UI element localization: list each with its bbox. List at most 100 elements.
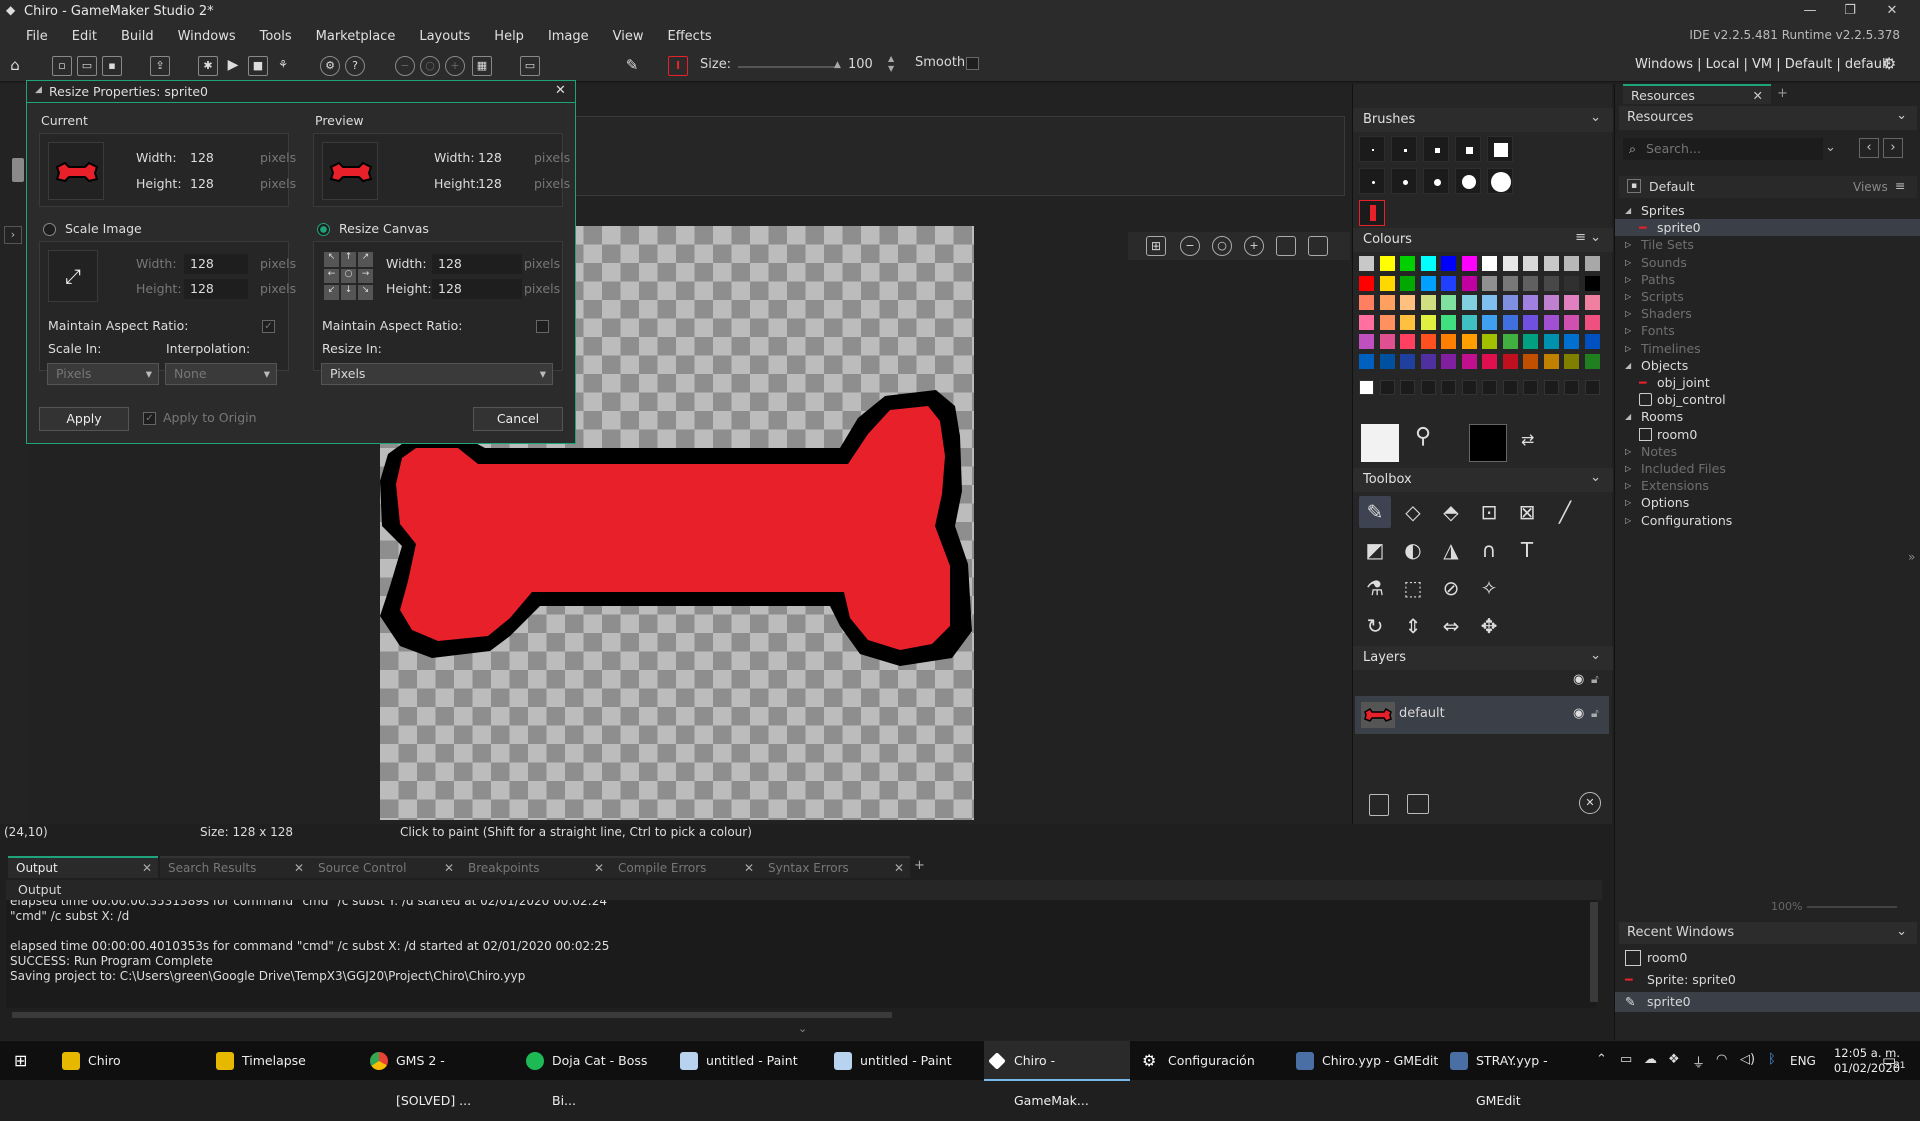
collapsed-tab[interactable] xyxy=(12,158,24,182)
custom-colour-slot[interactable] xyxy=(1441,380,1456,395)
select-move-tool-icon[interactable]: ⊡ xyxy=(1473,496,1505,528)
anchor-s-icon[interactable]: ↓ xyxy=(341,285,356,300)
custom-colour-slot[interactable] xyxy=(1400,380,1415,395)
custom-colour-slot[interactable] xyxy=(1379,380,1395,395)
custom-colour-slot[interactable] xyxy=(1543,380,1559,395)
colour-swatch[interactable] xyxy=(1482,353,1497,369)
colour-swatch[interactable] xyxy=(1461,353,1477,369)
tray-dropbox-icon[interactable]: ❖ xyxy=(1668,1052,1680,1067)
colour-swatch[interactable] xyxy=(1400,295,1415,310)
resource-item-included-files[interactable]: ▷ Included Files xyxy=(1615,460,1920,477)
grid-icon[interactable]: ▦ xyxy=(472,56,492,76)
colour-swatch[interactable] xyxy=(1441,275,1456,291)
add-layer-folder-icon[interactable] xyxy=(1407,794,1429,814)
brush-round-4[interactable] xyxy=(1455,168,1481,194)
flip-vertical-tool-icon[interactable]: ⇕ xyxy=(1397,610,1429,642)
task-configuracion[interactable]: ⚙ Configuración xyxy=(1138,1041,1288,1081)
monitor-icon[interactable]: ▭ xyxy=(520,56,540,76)
colour-swatch[interactable] xyxy=(1543,256,1559,271)
chevron-down-icon[interactable]: ⌄ xyxy=(1896,924,1907,939)
swap-colours-icon[interactable]: ⇄ xyxy=(1521,430,1534,449)
colour-swatch[interactable] xyxy=(1482,334,1497,349)
size-slider-handle-icon[interactable]: ▲ xyxy=(834,60,841,70)
close-tab-icon[interactable]: ✕ xyxy=(142,861,152,875)
colour-swatch[interactable] xyxy=(1543,334,1559,349)
brushes-header[interactable]: Brushes ⌄ xyxy=(1353,108,1613,132)
tray-volume-icon[interactable]: ◁) xyxy=(1740,1052,1755,1067)
colour-palette[interactable] xyxy=(1359,256,1609,395)
caret-open-icon[interactable]: ◢ xyxy=(1625,408,1631,425)
colour-swatch[interactable] xyxy=(1461,334,1477,349)
colour-swatch[interactable] xyxy=(1523,353,1538,369)
anchor-nw-icon[interactable]: ↖ xyxy=(324,252,339,267)
colour-swatch[interactable] xyxy=(1359,334,1374,349)
target-selector[interactable]: Windows | Local | VM | Default | default xyxy=(1635,57,1891,72)
target-settings-icon[interactable]: ⚙ xyxy=(1882,54,1896,73)
eye-icon[interactable]: ◉ xyxy=(1573,672,1584,687)
save-icon[interactable]: ▪ xyxy=(102,56,122,76)
menu-marketplace[interactable]: Marketplace xyxy=(304,29,408,44)
anchor-w-icon[interactable]: ← xyxy=(324,268,339,284)
colour-swatch[interactable] xyxy=(1523,275,1538,291)
pencil-icon[interactable]: ✎ xyxy=(622,56,642,76)
colour-swatch[interactable] xyxy=(1379,334,1395,349)
chevron-down-icon[interactable]: ⌄ xyxy=(1896,108,1907,123)
layer-row-default[interactable]: default ◉ 🔓︎ xyxy=(1355,696,1609,734)
colour-swatch[interactable] xyxy=(1441,256,1456,271)
resource-item-paths[interactable]: ▷ Paths xyxy=(1615,271,1920,288)
zoom-out-icon[interactable]: − xyxy=(395,56,415,76)
task-gmedit-chiro[interactable]: Chiro.yyp - GMEdit xyxy=(1292,1041,1442,1081)
caret-open-icon[interactable]: ◢ xyxy=(1625,202,1631,219)
menu-windows[interactable]: Windows xyxy=(166,29,248,44)
colour-swatch[interactable] xyxy=(1543,275,1559,291)
menu-edit[interactable]: Edit xyxy=(60,29,109,44)
colour-swatch[interactable] xyxy=(1584,334,1600,349)
run-icon[interactable]: ▶ xyxy=(223,56,243,76)
grid-toggle-icon[interactable]: ⊞ xyxy=(1146,236,1166,256)
size-slider[interactable] xyxy=(738,66,838,68)
scale-aspect-checkbox[interactable]: ✓ xyxy=(262,320,275,333)
open-project-icon[interactable]: ▭ xyxy=(77,56,97,76)
resize-in-select[interactable]: Pixels ▾ xyxy=(321,363,553,385)
task-spotify[interactable]: Doja Cat - Boss Bi... xyxy=(522,1041,662,1108)
tab-compile-errors[interactable]: Compile Errors ✕ xyxy=(610,856,760,878)
menu-layouts[interactable]: Layouts xyxy=(407,29,482,44)
help-icon[interactable]: ? xyxy=(345,56,365,76)
menu-image[interactable]: Image xyxy=(536,29,601,44)
zoom-reset-icon[interactable]: ○ xyxy=(420,56,440,76)
colour-swatch[interactable] xyxy=(1523,314,1538,330)
caret-closed-icon[interactable]: ▷ xyxy=(1625,494,1631,511)
anchor-sw-icon[interactable]: ↙ xyxy=(324,285,339,300)
custom-colour-slot[interactable] xyxy=(1359,380,1374,395)
close-tab-icon[interactable]: ✕ xyxy=(444,861,454,875)
layer-lock-icon[interactable]: 🔓︎ xyxy=(1591,706,1599,721)
caret-closed-icon[interactable]: ▷ xyxy=(1625,288,1631,305)
colour-swatch[interactable] xyxy=(1523,334,1538,349)
clean-icon[interactable]: ⚘ xyxy=(273,56,293,76)
settings-icon[interactable]: ⚙ xyxy=(320,56,340,76)
recent-sprite-sprite0[interactable]: ━ Sprite: sprite0 xyxy=(1615,970,1920,990)
canvas-zoom-in-icon[interactable]: + xyxy=(1244,236,1264,256)
pencil-tool-icon[interactable]: ✎ xyxy=(1359,496,1391,528)
new-project-icon[interactable]: ▫ xyxy=(52,56,72,76)
resource-item-sprites[interactable]: ◢ Sprites xyxy=(1615,202,1920,219)
brush-3px[interactable] xyxy=(1423,136,1449,162)
brush-round-1[interactable] xyxy=(1359,168,1385,194)
caret-closed-icon[interactable]: ▷ xyxy=(1625,477,1631,494)
colour-swatch[interactable] xyxy=(1461,314,1477,330)
expand-right-icon[interactable]: » xyxy=(1908,550,1915,564)
curve-tool-icon[interactable]: ∩ xyxy=(1473,534,1505,566)
caret-closed-icon[interactable]: ▷ xyxy=(1625,236,1631,253)
resource-item-scripts[interactable]: ▷ Scripts xyxy=(1615,288,1920,305)
layer-visibility-icon[interactable]: ◉ xyxy=(1573,706,1584,721)
lasso-tool-icon[interactable]: ⊘ xyxy=(1435,572,1467,604)
magic-wand-tool-icon[interactable]: ✧ xyxy=(1473,572,1505,604)
interpolation-select[interactable]: None ▾ xyxy=(165,363,277,385)
task-chiro-folder[interactable]: Chiro xyxy=(58,1041,188,1081)
brush-colour-icon[interactable]: I xyxy=(668,56,688,76)
close-tab-icon[interactable]: ✕ xyxy=(294,861,304,875)
colour-swatch[interactable] xyxy=(1584,295,1600,310)
stop-icon[interactable]: ■ xyxy=(248,56,268,76)
language-indicator[interactable]: ENG xyxy=(1790,1054,1816,1068)
caret-closed-icon[interactable]: ▷ xyxy=(1625,460,1631,477)
